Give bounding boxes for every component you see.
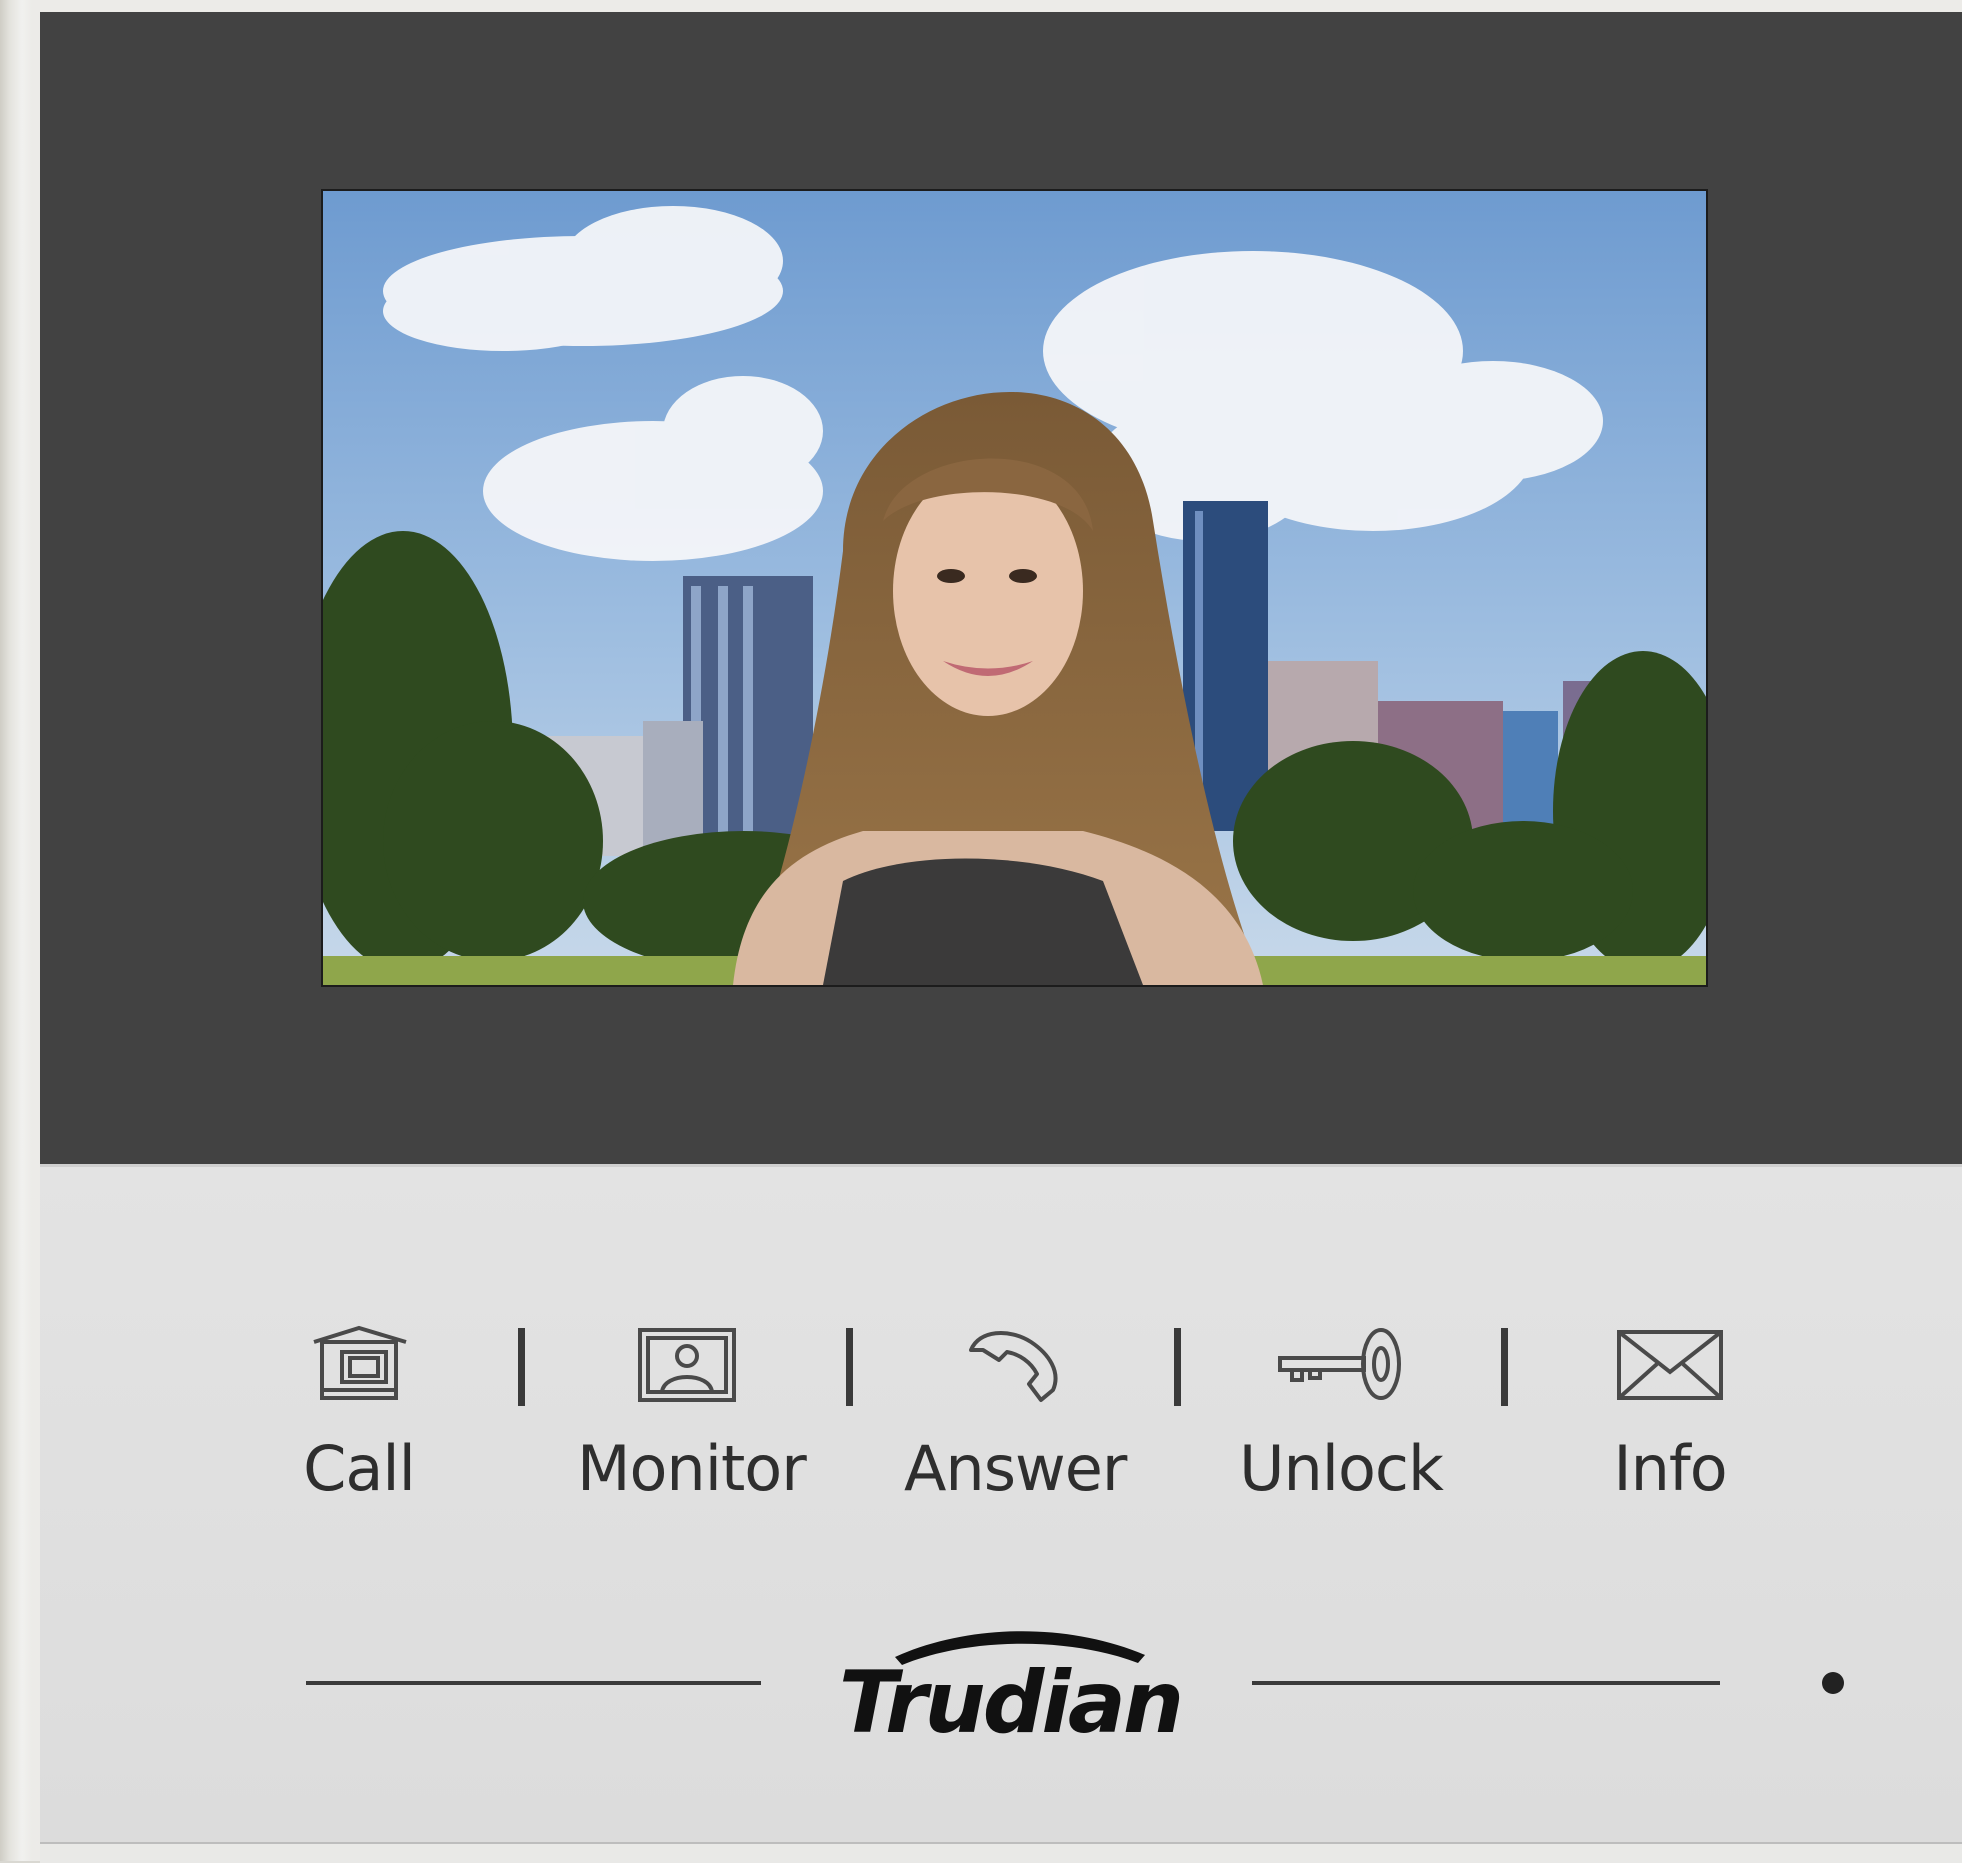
monitor-button[interactable]: Monitor (577, 1320, 807, 1530)
brand-logo: Trudian (800, 1625, 1220, 1753)
key-icon (1276, 1320, 1406, 1410)
call-button[interactable]: Call (249, 1320, 469, 1530)
info-label: Info (1613, 1432, 1727, 1505)
call-label: Call (303, 1432, 416, 1505)
answer-button[interactable]: Answer (904, 1320, 1127, 1530)
monitor-icon (622, 1320, 752, 1410)
separator (1174, 1328, 1181, 1406)
info-button[interactable]: Info (1560, 1320, 1780, 1530)
separator (1501, 1328, 1508, 1406)
envelope-icon (1605, 1320, 1735, 1410)
phone-handset-icon (949, 1320, 1079, 1410)
video-screen (323, 191, 1706, 985)
brand-name: Trudian (838, 1653, 1184, 1753)
camera-feed-image (323, 191, 1706, 985)
divider-line-right (1252, 1681, 1720, 1685)
device-bottom-edge (40, 1842, 1962, 1863)
monitor-label: Monitor (577, 1432, 807, 1505)
microphone-hole (1822, 1672, 1844, 1694)
unlock-label: Unlock (1239, 1432, 1444, 1505)
separator (846, 1328, 853, 1406)
call-icon (294, 1320, 424, 1410)
separator (518, 1328, 525, 1406)
answer-label: Answer (904, 1432, 1127, 1505)
unlock-button[interactable]: Unlock (1231, 1320, 1451, 1530)
divider-line-left (306, 1681, 761, 1685)
